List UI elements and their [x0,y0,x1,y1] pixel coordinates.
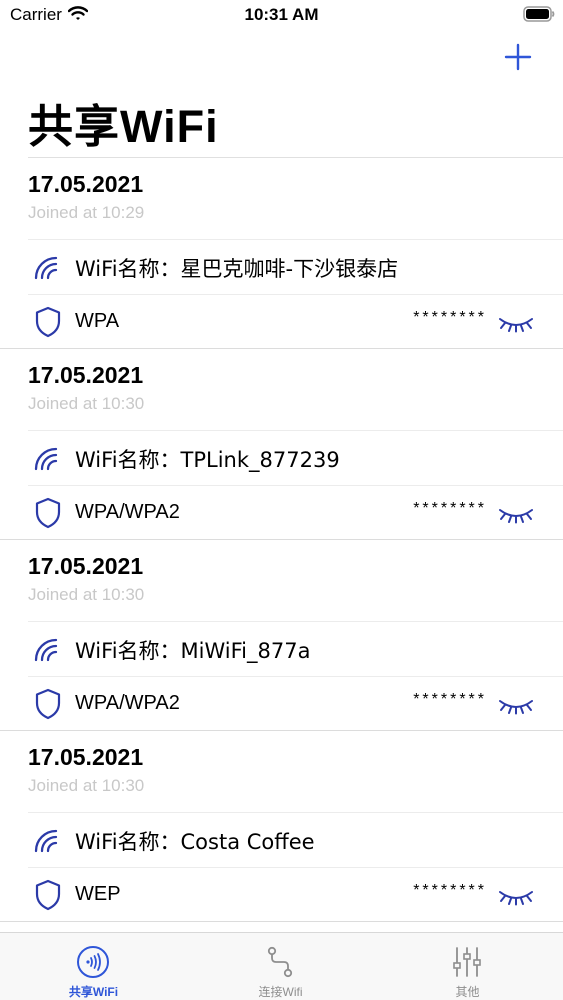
eye-closed-icon[interactable] [497,695,535,715]
battery-icon [523,6,555,22]
entry-joined-time: Joined at 10:29 [28,203,145,222]
security-row: WPA/WPA2 ******** [0,486,563,540]
wifi-entry: 17.05.2021 Joined at 10:30 WiFi名称：TPLink… [0,349,563,540]
wifi-name-label: WiFi名称：Costa Coffee [75,830,315,854]
wifi-arc-icon [34,447,58,471]
eye-closed-icon[interactable] [497,504,535,524]
entry-joined-time: Joined at 10:30 [28,394,145,413]
page-title: 共享WiFi [28,101,219,152]
entry-joined-time: Joined at 10:30 [28,585,145,604]
wifi-name-row[interactable]: WiFi名称：星巴克咖啡-下沙银泰店 [0,240,563,294]
connect-path-icon [267,946,293,978]
wifi-name-label: WiFi名称：星巴克咖啡-下沙银泰店 [75,257,399,281]
tab-label: 共享WiFi [68,985,119,999]
sliders-icon [453,947,481,977]
security-type-label: WPA/WPA2 [75,692,180,714]
status-time: 10:31 AM [244,5,319,24]
wifi-name-row[interactable]: WiFi名称：Costa Coffee [0,813,563,867]
security-row: WEP ******** [0,868,563,922]
plus-icon [504,43,532,71]
wifi-name-row[interactable]: WiFi名称：TPLink_877239 [0,431,563,485]
security-type-label: WPA/WPA2 [75,501,180,523]
security-row: WPA/WPA2 ******** [0,677,563,731]
add-wifi-button[interactable] [503,42,533,72]
shield-icon [35,688,61,720]
wifi-name-label: WiFi名称：MiWiFi_877a [75,639,311,663]
tab-connect-wifi[interactable]: 连接Wifi [187,933,374,1000]
shield-icon [35,497,61,529]
wifi-entry: 17.05.2021 Joined at 10:30 WiFi名称：MiWiFi… [0,540,563,731]
shield-icon [35,306,61,338]
wifi-arc-icon [34,256,58,280]
entry-date: 17.05.2021 [28,362,144,388]
status-bar: Carrier 10:31 AM [0,0,563,30]
eye-closed-icon[interactable] [497,313,535,333]
app-screen: Carrier 10:31 AM 共享WiFi 17.05.2021 Joine… [0,0,563,1000]
wifi-entry: 17.05.2021 Joined at 10:29 WiFi名称：星巴克咖啡-… [0,158,563,349]
wifi-name-label: WiFi名称：TPLink_877239 [75,448,340,472]
entry-date: 17.05.2021 [28,171,144,197]
wifi-name-row[interactable]: WiFi名称：MiWiFi_877a [0,622,563,676]
entry-joined-time: Joined at 10:30 [28,776,145,795]
password-mask: ******** [413,309,487,326]
share-wifi-icon [77,946,109,978]
tab-label: 其他 [455,985,480,999]
tab-label: 连接Wifi [258,985,303,999]
tab-other[interactable]: 其他 [374,933,561,1000]
wifi-entry: 17.05.2021 Joined at 10:30 WiFi名称：Costa … [0,731,563,922]
security-type-label: WPA [75,310,120,332]
wifi-list: 17.05.2021 Joined at 10:29 WiFi名称：星巴克咖啡-… [0,158,563,922]
security-row: WPA ******** [0,295,563,349]
tab-bar: 共享WiFi 连接Wifi 其他 [0,932,563,1000]
shield-icon [35,879,61,911]
wifi-arc-icon [34,829,58,853]
wifi-arc-icon [34,638,58,662]
security-type-label: WEP [75,883,121,905]
password-mask: ******** [413,500,487,517]
tab-share-wifi[interactable]: 共享WiFi [0,933,187,1000]
password-mask: ******** [413,691,487,708]
eye-closed-icon[interactable] [497,886,535,906]
entry-date: 17.05.2021 [28,553,144,579]
entry-date: 17.05.2021 [28,744,144,770]
password-mask: ******** [413,882,487,899]
